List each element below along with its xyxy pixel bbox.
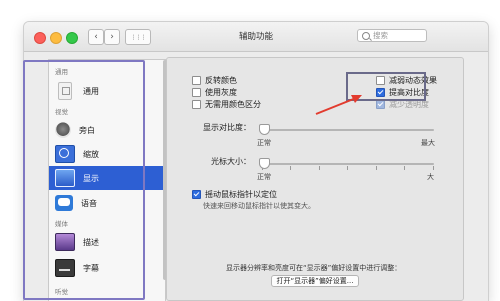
display-prefs-hint: 显示器分辨率和亮度可在“显示器”偏好设置中进行调整：	[226, 264, 402, 272]
contrast-slider-label: 显示对比度：	[203, 123, 251, 132]
slider-tick	[347, 166, 348, 170]
slider-tick	[319, 166, 320, 170]
slider-tick	[376, 166, 377, 170]
open-display-prefs-button[interactable]: 打开“显示器”偏好设置...	[271, 275, 359, 287]
slider-tick	[290, 166, 291, 170]
checkbox-box[interactable]	[192, 190, 201, 199]
arrow-shaft	[315, 97, 357, 115]
cursor-size-slider-track[interactable]	[262, 163, 434, 165]
cursor-size-max-label: 大	[427, 173, 434, 181]
slider-tick	[433, 166, 434, 170]
checkbox-label: 摇动鼠标指针以定位	[205, 190, 277, 199]
contrast-slider-track[interactable]	[262, 129, 434, 131]
shake-description: 快速来回移动鼠标指针以使其变大。	[203, 202, 315, 210]
contrast-slider-knob[interactable]	[259, 124, 270, 135]
slider-tick	[404, 166, 405, 170]
shake-to-locate-checkbox[interactable]: 摇动鼠标指针以定位	[192, 189, 277, 200]
cursor-size-slider-knob[interactable]	[259, 158, 270, 169]
cursor-size-min-label: 正常	[257, 173, 271, 181]
red-arrow-annotation	[315, 95, 362, 115]
contrast-max-label: 最大	[421, 139, 435, 147]
contrast-min-label: 正常	[257, 139, 271, 147]
cursor-size-slider-label: 光标大小：	[211, 157, 251, 166]
